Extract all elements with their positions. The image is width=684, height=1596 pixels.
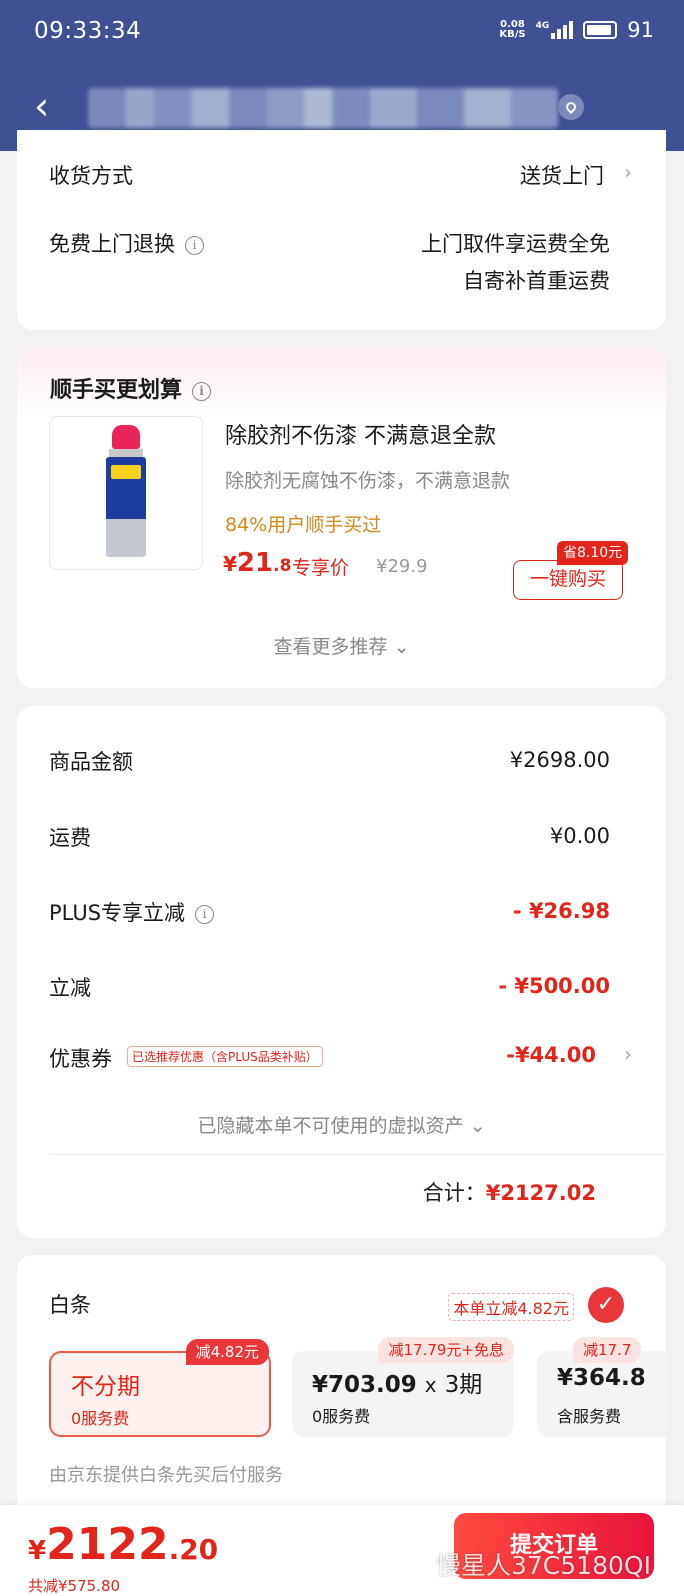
free-return-value-1: 上门取件享运费全免 (421, 232, 610, 256)
save-tag: 省8.10元 (557, 541, 629, 565)
order-total: 合计：¥2127.02 (422, 1181, 596, 1205)
one-click-buy-button[interactable]: 一键购买 (513, 560, 623, 600)
info-icon[interactable]: i (195, 904, 215, 924)
addon-card: 顺手买更划算 i 除胶剂不伤漆 不满意退全款 除胶剂无腐蚀不伤漆，不满意退款 84… (17, 348, 666, 688)
spray-can-image (106, 425, 146, 563)
chevron-right-icon[interactable]: › (624, 160, 632, 184)
info-icon[interactable]: i (185, 235, 204, 255)
addon-product-desc: 除胶剂无腐蚀不伤漆，不满意退款 (225, 470, 511, 492)
back-button[interactable]: ‹ (34, 86, 49, 126)
addon-buy-rate: 84%用户顺手买过 (225, 514, 382, 536)
divider (49, 1154, 666, 1155)
location-pin-icon[interactable] (558, 94, 584, 120)
plan-no-installment[interactable]: 减4.82元 不分期 0服务费 (49, 1339, 271, 1437)
plan-tag: 减17.7 (573, 1337, 642, 1363)
watermark: 慢星人37C5180QI (436, 1551, 651, 1580)
goods-amount-value: ¥2698.00 (509, 748, 610, 772)
chevron-right-icon[interactable]: › (624, 1042, 632, 1066)
plan-tag: 减17.79元+免息 (378, 1337, 514, 1363)
status-time: 09:33:34 (34, 18, 142, 44)
battery-icon (583, 21, 618, 39)
baitiao-card: 白条 本单立减4.82元 ✓ 减4.82元 不分期 0服务费 减17.79元+免… (17, 1255, 666, 1515)
address-blurred[interactable] (88, 88, 558, 128)
net-speed: 0.08 KB/S (499, 19, 526, 40)
payable-amount: ¥2122.20 (28, 1519, 219, 1570)
addon-price-label: 专享价 (292, 557, 350, 579)
plan-fee: 含服务费 (557, 1407, 622, 1426)
plus-discount-label: PLUS专享立减 i (49, 897, 215, 927)
top-bar: 09:33:34 0.08 KB/S 4G 91 ‹ (0, 0, 684, 151)
plan-fee: 0服务费 (312, 1407, 371, 1426)
addon-product-name[interactable]: 除胶剂不伤漆 不满意退全款 (225, 418, 496, 450)
signal-icon: 4G (536, 21, 574, 39)
chevron-down-icon: ⌄ (469, 1115, 486, 1137)
info-icon[interactable]: i (192, 381, 212, 401)
free-return-label: 免费上门退换 i (49, 228, 204, 258)
plan-title: ¥703.09 x 3期 (312, 1372, 483, 1398)
addon-price: ¥21.8 (223, 548, 292, 578)
status-icons: 0.08 KB/S 4G 91 (499, 18, 654, 42)
plan-tag: 减4.82元 (185, 1339, 269, 1365)
shipping-label: 运费 (49, 826, 91, 850)
chevron-down-icon: ⌄ (393, 636, 410, 658)
delivery-method-value[interactable]: 送货上门 (520, 160, 604, 190)
delivery-card: 收货方式 送货上门 › 免费上门退换 i 上门取件享运费全免 自寄补首重运费 (17, 130, 666, 330)
product-thumbnail[interactable] (49, 416, 203, 570)
coupon-label: 优惠券 (49, 1047, 112, 1071)
plan-3-periods[interactable]: 减17.79元+免息 ¥703.09 x 3期 0服务费 (292, 1337, 514, 1437)
hidden-assets-note[interactable]: 已隐藏本单不可使用的虚拟资产 ⌄ (17, 1111, 666, 1138)
goods-amount-label: 商品金额 (49, 750, 133, 774)
battery-level: 91 (627, 18, 654, 42)
pricing-card: 商品金额 ¥2698.00 运费 ¥0.00 PLUS专享立减 i - ¥26.9… (17, 706, 666, 1238)
baitiao-footnote: 由京东提供白条先买后付服务 (49, 1465, 283, 1486)
instant-discount-value: - ¥500.00 (498, 974, 610, 998)
more-recommendations-link[interactable]: 查看更多推荐 ⌄ (17, 632, 666, 659)
checkmark-icon[interactable]: ✓ (588, 1287, 624, 1323)
baitiao-promo: 本单立减4.82元 (448, 1293, 574, 1321)
addon-title: 顺手买更划算 i (50, 372, 212, 404)
shipping-value: ¥0.00 (549, 824, 610, 848)
total-saved: 共减¥575.80 (28, 1577, 121, 1595)
plan-title: 不分期 (71, 1374, 140, 1400)
plan-fee: 0服务费 (71, 1409, 130, 1428)
coupon-tag: 已选推荐优惠（含PLUS品类补贴） (127, 1046, 323, 1067)
plus-discount-value: - ¥26.98 (512, 899, 610, 923)
delivery-method-label: 收货方式 (49, 164, 133, 188)
free-return-value-2: 自寄补首重运费 (463, 269, 610, 293)
instant-discount-label: 立减 (49, 976, 91, 1000)
plan-title: ¥364.8 (557, 1365, 646, 1391)
addon-old-price: ¥29.9 (376, 556, 428, 577)
coupon-value[interactable]: -¥44.00 (506, 1043, 596, 1067)
baitiao-title: 白条 (49, 1293, 91, 1317)
plan-6-periods[interactable]: 减17.7 ¥364.8 含服务费 (537, 1337, 666, 1437)
